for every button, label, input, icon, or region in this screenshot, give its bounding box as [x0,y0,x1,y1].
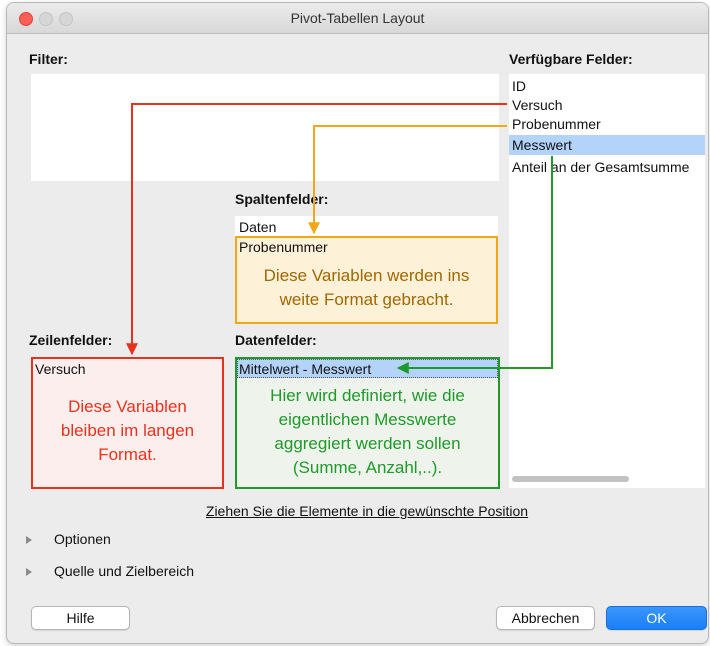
row-field-versuch[interactable]: Versuch [35,360,86,378]
available-field-id[interactable]: ID [512,77,526,95]
source-disclosure-icon[interactable] [26,568,32,576]
available-field-messwert[interactable]: Messwert [512,136,572,154]
available-field-anteil[interactable]: Anteil an der Gesamtsumme [512,158,689,176]
column-fields-list[interactable]: Daten [235,216,498,236]
cancel-button[interactable]: Abbrechen [496,606,595,630]
title-bar: Pivot-Tabellen Layout [7,3,708,34]
available-field-versuch[interactable]: Versuch [512,96,563,114]
available-fields-list[interactable]: ID Versuch Probenummer Messwert Anteil a… [509,74,705,488]
row-fields-label: Zeilenfelder: [29,332,113,348]
column-fields-label: Spaltenfelder: [235,191,329,207]
filter-drop-area[interactable] [31,74,499,181]
source-target-expander[interactable]: Quelle und Zielbereich [54,563,194,579]
column-field-daten[interactable]: Daten [239,218,276,236]
horizontal-scrollbar[interactable] [512,476,629,482]
available-field-probenummer[interactable]: Probenummer [512,115,601,133]
available-fields-label: Verfügbare Felder: [509,51,633,67]
help-button[interactable]: Hilfe [31,606,130,630]
window-title: Pivot-Tabellen Layout [290,10,425,26]
data-fields-label: Datenfelder: [235,332,317,348]
options-disclosure-icon[interactable] [26,536,32,544]
ok-button[interactable]: OK [606,606,707,630]
filter-label: Filter: [29,51,68,67]
options-expander[interactable]: Optionen [54,531,111,547]
data-field-mittelwert[interactable]: Mittelwert - Messwert [239,360,371,378]
column-field-probenummer[interactable]: Probenummer [239,238,328,256]
drag-hint: Ziehen Sie die Elemente in die gewünscht… [205,503,529,519]
